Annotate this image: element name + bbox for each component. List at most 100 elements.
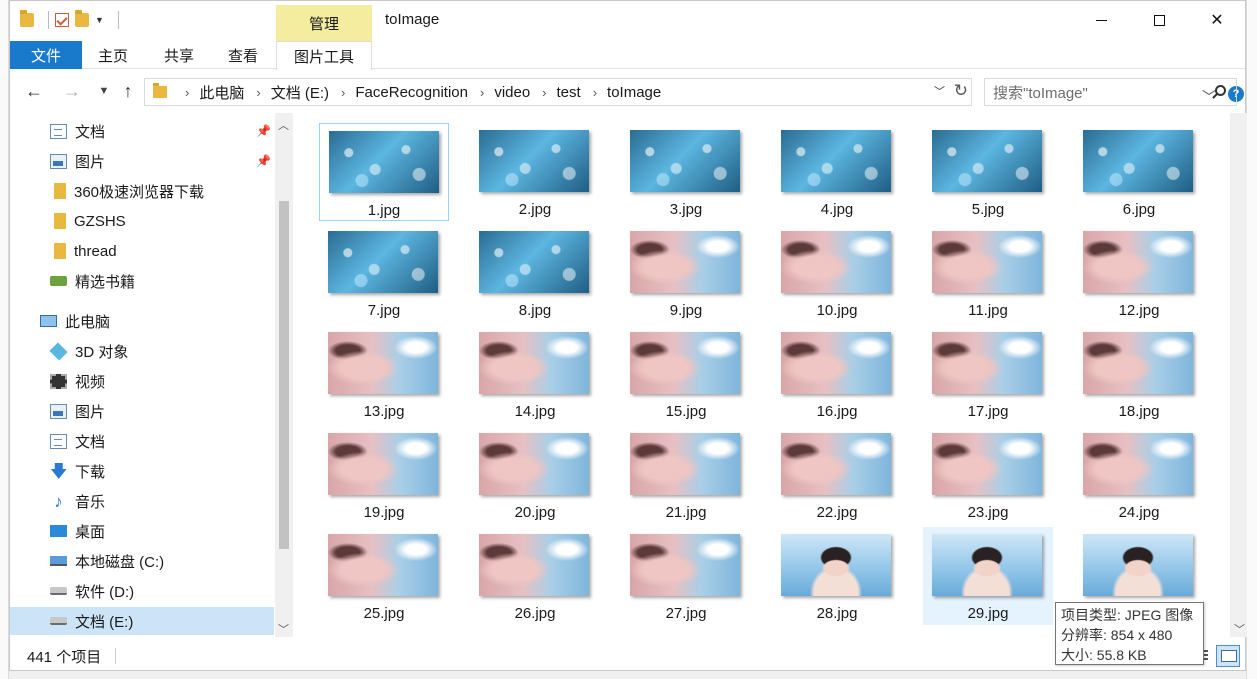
image-thumbnail bbox=[1083, 231, 1193, 293]
file-item[interactable]: 21.jpg bbox=[621, 426, 751, 524]
close-button[interactable]: ✕ bbox=[1188, 1, 1246, 39]
file-item[interactable]: 4.jpg bbox=[772, 123, 902, 221]
search-icon[interactable] bbox=[1215, 85, 1226, 96]
nav-item-drive-d[interactable]: 软件 (D:) bbox=[10, 577, 274, 605]
nav-item-music[interactable]: ♪ 音乐 bbox=[10, 487, 274, 515]
quick-access-toolbar: ▼ bbox=[20, 10, 119, 29]
nav-item-drive-e[interactable]: 文档 (E:) bbox=[10, 607, 274, 635]
nav-item-documents-pinned[interactable]: 文档 📌 bbox=[10, 117, 274, 145]
file-item[interactable]: 25.jpg bbox=[319, 527, 449, 625]
file-item[interactable]: 11.jpg bbox=[923, 224, 1053, 322]
address-bar[interactable]: › 此电脑 › 文档 (E:) › FaceRecognition › vide… bbox=[144, 78, 972, 106]
image-thumbnail bbox=[932, 130, 1042, 192]
file-item[interactable]: 8.jpg bbox=[470, 224, 600, 322]
file-item[interactable]: 6.jpg bbox=[1074, 123, 1204, 221]
maximize-button[interactable] bbox=[1130, 1, 1188, 39]
breadcrumb-toimage[interactable]: toImage bbox=[607, 84, 661, 101]
file-item[interactable]: 13.jpg bbox=[319, 325, 449, 423]
file-item[interactable]: 29.jpg bbox=[923, 527, 1053, 625]
tab-share[interactable]: 共享 bbox=[153, 41, 205, 69]
refresh-icon[interactable]: ↻ bbox=[954, 81, 968, 101]
breadcrumb-facerecognition[interactable]: FaceRecognition bbox=[355, 84, 468, 101]
breadcrumb-this-pc[interactable]: 此电脑 bbox=[199, 82, 244, 103]
breadcrumb-test[interactable]: test bbox=[557, 84, 581, 101]
breadcrumb-separator-icon[interactable]: › bbox=[480, 85, 484, 100]
tab-file[interactable]: 文件 bbox=[10, 41, 82, 69]
nav-item-pictures[interactable]: 图片 bbox=[10, 397, 274, 425]
file-item[interactable]: 28.jpg bbox=[772, 527, 902, 625]
up-button[interactable]: ↑ bbox=[116, 79, 140, 103]
scroll-down-chevron-icon[interactable]: ﹀ bbox=[1234, 621, 1245, 637]
image-thumbnail bbox=[329, 131, 439, 193]
file-item[interactable]: 22.jpg bbox=[772, 426, 902, 524]
pin-icon[interactable]: 📌 bbox=[256, 124, 271, 138]
breadcrumb-separator-icon[interactable]: › bbox=[341, 85, 345, 100]
tab-view[interactable]: 查看 bbox=[217, 41, 269, 69]
properties-icon[interactable] bbox=[55, 13, 69, 27]
nav-item-this-pc[interactable]: 此电脑 bbox=[10, 307, 274, 335]
tab-home[interactable]: 主页 bbox=[87, 41, 139, 69]
minimize-button[interactable] bbox=[1072, 1, 1130, 39]
manage-group-label[interactable]: 管理 bbox=[276, 13, 372, 34]
file-item[interactable]: 24.jpg bbox=[1074, 426, 1204, 524]
file-item[interactable]: 19.jpg bbox=[319, 426, 449, 524]
content-scrollbar[interactable] bbox=[1230, 113, 1247, 637]
nav-item-label: 此电脑 bbox=[65, 313, 111, 331]
scroll-up-chevron-icon[interactable]: ︿ bbox=[278, 117, 289, 133]
forward-button[interactable]: → bbox=[60, 79, 84, 103]
file-item[interactable]: 20.jpg bbox=[470, 426, 600, 524]
file-item[interactable]: 14.jpg bbox=[470, 325, 600, 423]
file-item[interactable]: 5.jpg bbox=[923, 123, 1053, 221]
breadcrumb-separator-icon[interactable]: › bbox=[256, 85, 260, 100]
ribbon-tabs: 文件 主页 共享 查看 图片工具 ﹀ ? bbox=[10, 41, 1245, 105]
file-item[interactable]: 12.jpg bbox=[1074, 224, 1204, 322]
scroll-down-chevron-icon[interactable]: ﹀ bbox=[278, 621, 289, 637]
file-item[interactable]: 10.jpg bbox=[772, 224, 902, 322]
file-item[interactable]: 2.jpg bbox=[470, 123, 600, 221]
breadcrumb-separator-icon[interactable]: › bbox=[593, 85, 597, 100]
pin-icon[interactable]: 📌 bbox=[256, 154, 271, 168]
file-item[interactable]: 9.jpg bbox=[621, 224, 751, 322]
breadcrumb-video[interactable]: video bbox=[494, 84, 530, 101]
file-item[interactable]: 1.jpg bbox=[319, 123, 449, 221]
large-icons-view-icon[interactable] bbox=[1216, 645, 1240, 667]
breadcrumb-drive-e[interactable]: 文档 (E:) bbox=[271, 82, 329, 103]
file-name: 1.jpg bbox=[367, 202, 401, 219]
nav-item-360-downloads[interactable]: 360极速浏览器下载 bbox=[10, 177, 274, 205]
documents-icon bbox=[50, 123, 67, 139]
nav-item-documents[interactable]: 文档 bbox=[10, 427, 274, 455]
nav-scrollbar-thumb[interactable] bbox=[279, 201, 289, 549]
file-item[interactable]: 23.jpg bbox=[923, 426, 1053, 524]
nav-item-local-disk-c[interactable]: 本地磁盘 (C:) bbox=[10, 547, 274, 575]
back-button[interactable]: ← bbox=[22, 79, 46, 103]
nav-item-desktop[interactable]: 桌面 bbox=[10, 517, 274, 545]
image-thumbnail bbox=[630, 332, 740, 394]
recent-locations-chevron-icon[interactable]: ▼ bbox=[92, 79, 116, 103]
image-thumbnail bbox=[1083, 433, 1193, 495]
file-item[interactable]: 16.jpg bbox=[772, 325, 902, 423]
downloads-icon: 🡇 bbox=[50, 461, 68, 481]
search-input[interactable]: 搜索"toImage" bbox=[984, 78, 1237, 106]
nav-item-3d-objects[interactable]: 3D 对象 bbox=[10, 337, 274, 365]
file-item[interactable]: 27.jpg bbox=[621, 527, 751, 625]
nav-item-videos[interactable]: 视频 bbox=[10, 367, 274, 395]
nav-item-downloads[interactable]: 🡇 下载 bbox=[10, 457, 274, 485]
file-item[interactable]: 17.jpg bbox=[923, 325, 1053, 423]
folder-icon bbox=[54, 183, 66, 199]
new-folder-icon[interactable] bbox=[75, 10, 89, 27]
file-item[interactable]: 18.jpg bbox=[1074, 325, 1204, 423]
nav-item-gzshs[interactable]: GZSHS bbox=[10, 207, 274, 235]
tab-picture-tools[interactable]: 图片工具 bbox=[276, 41, 372, 70]
nav-item-books[interactable]: 精选书籍 bbox=[10, 267, 274, 295]
nav-item-thread[interactable]: thread bbox=[10, 237, 274, 265]
local-disk-icon bbox=[50, 556, 67, 566]
file-item[interactable]: 3.jpg bbox=[621, 123, 751, 221]
nav-item-pictures-pinned[interactable]: 图片 📌 bbox=[10, 147, 274, 175]
file-item[interactable]: 15.jpg bbox=[621, 325, 751, 423]
file-item[interactable]: 7.jpg bbox=[319, 224, 449, 322]
file-item[interactable]: 26.jpg bbox=[470, 527, 600, 625]
customize-toolbar-chevron-icon[interactable]: ▼ bbox=[95, 15, 104, 25]
address-history-chevron-icon[interactable]: ﹀ bbox=[934, 83, 945, 99]
breadcrumb-separator-icon[interactable]: › bbox=[185, 85, 189, 100]
breadcrumb-separator-icon[interactable]: › bbox=[542, 85, 546, 100]
